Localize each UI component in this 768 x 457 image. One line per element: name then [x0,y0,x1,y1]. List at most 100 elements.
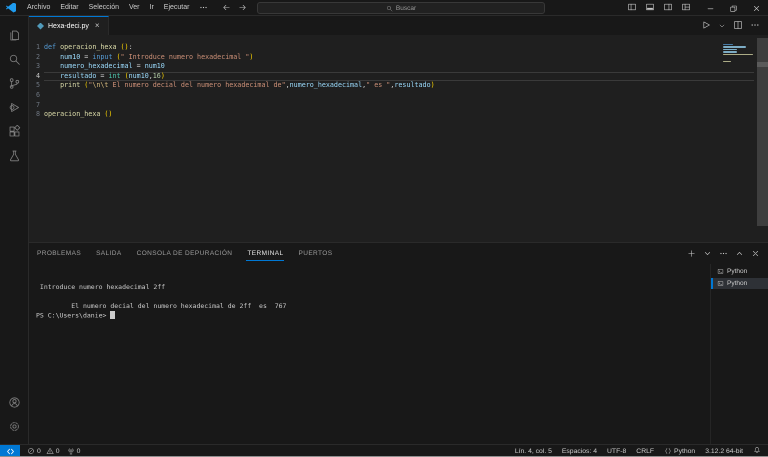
close-panel-button[interactable] [751,245,760,263]
terminal-instance-1[interactable]: Python [711,277,768,289]
menu-item-2[interactable]: Selección [84,0,124,16]
line-number[interactable]: 5 [29,81,44,91]
close-button[interactable] [745,0,768,16]
layout-sidebar-left-button[interactable] [627,2,637,14]
tab-close-icon[interactable]: × [95,22,100,30]
line-number[interactable]: 6 [29,91,44,101]
accounts-icon [8,396,21,409]
status-encoding[interactable]: UTF-8 [607,448,626,455]
code-line-2[interactable]: 2 num10 = input (" Introduce numero hexa… [29,53,768,63]
layout-customize-icon [681,2,691,12]
activity-bar-bottom [0,390,29,444]
terminal-more-button[interactable] [719,245,728,263]
code-line-1[interactable]: 1 def operacion_hexa (): [29,43,768,53]
arrow-right-icon [238,3,247,12]
restore-button[interactable] [722,0,745,16]
launch-profile-button[interactable] [703,245,712,263]
split-editor-button[interactable] [733,17,743,35]
sidebar-item-settings[interactable] [0,414,29,438]
code-line-6[interactable]: 6 [29,91,768,101]
tab-hexa-deci[interactable]: Hexa-deci.py × [29,16,109,35]
code-text: numero_hexadecimal = num10 [60,62,165,71]
panel-header: PROBLEMAS SALIDA CONSOLA DE DEPURACIÓN TERM… [29,243,768,264]
code-text: num10 = input (" Introduce numero hexade… [60,52,254,61]
panel-tab-puertos[interactable]: PUERTOS [297,246,333,261]
editor-scrollbar[interactable] [757,38,768,226]
line-number[interactable]: 1 [29,43,44,53]
sidebar-item-source-control[interactable] [0,71,29,95]
menu-item-3[interactable]: Ver [124,0,145,16]
minimap-line [723,46,747,48]
line-number[interactable]: 7 [29,101,44,111]
search-icon [8,53,21,66]
layout-sidebar-right-button[interactable] [663,2,673,14]
arrow-left-button[interactable] [222,3,231,14]
restore-icon [729,4,738,13]
run-python-file-button[interactable] [701,17,711,35]
sidebar-item-search[interactable] [0,47,29,71]
status-python-interpreter[interactable]: 3.12.2 64-bit [705,448,743,455]
code-line-3[interactable]: 3 numero_hexadecimal = num10 [29,62,768,72]
status-end-of-line-label: CRLF [636,447,655,455]
code-line-8[interactable]: 8 operacion_hexa () [29,110,768,120]
panel-tab-salida[interactable]: SALIDA [95,246,123,261]
menu-item-0[interactable]: Archivo [22,0,55,16]
code-line-7[interactable]: 7 [29,101,768,111]
minimap[interactable] [723,44,755,63]
status-bar-right: Lín. 4, col. 5 Espacios: 4 UTF-8 CRLF Python… [515,446,768,456]
panel-tab-consola-de-depuración[interactable]: CONSOLA DE DEPURACIÓN [136,246,234,261]
problems-status[interactable]: 0 0 [27,447,60,455]
command-center-search[interactable]: Buscar [257,2,545,14]
sidebar-item-accounts[interactable] [0,390,29,414]
maximize-panel-button[interactable] [735,245,744,263]
close-icon [752,4,761,13]
sidebar-item-testing[interactable] [0,143,29,167]
terminal-output[interactable]: Introduce numero hexadecimal 2ff El nume… [29,264,710,444]
arrow-right-button[interactable] [238,3,247,14]
ports-status[interactable]: 0 [67,447,81,455]
new-terminal-button[interactable] [687,245,696,263]
menu-item-5[interactable]: Ejecutar [159,0,195,16]
notifications-button[interactable] [753,446,761,456]
minimap-line [723,51,737,53]
ports-count: 0 [76,447,81,455]
more-actions-icon [750,20,760,30]
line-number[interactable]: 4 [29,72,44,82]
search-icon [386,5,393,12]
menu-item-4[interactable]: Ir [145,0,159,16]
terminal-more-icon [719,249,728,258]
run-dropdown-button[interactable] [718,17,726,35]
status-indentation[interactable]: Espacios: 4 [562,448,597,455]
layout-sidebar-left-icon [627,2,637,12]
menu-item-1[interactable]: Editar [55,0,83,16]
minimap-line [723,60,731,63]
line-number[interactable]: 2 [29,53,44,63]
minimap-line [723,56,755,57]
layout-controls [627,0,691,16]
code-editor[interactable]: 1 def operacion_hexa (): 2 num10 = input (… [29,35,768,242]
layout-panel-button[interactable] [645,2,655,14]
sidebar-item-explorer[interactable] [0,23,29,47]
code-text: resultado = int (num10,16) [44,72,754,82]
menu-bar: Archivo Editar Selección Ver Ir Ejecutar [22,0,213,16]
terminal-line: Introduce numero hexadecimal 2ff [36,282,166,291]
status-language-mode[interactable]: Python [664,447,695,455]
minimize-button[interactable] [699,0,722,16]
line-number[interactable]: 3 [29,62,44,72]
more-actions-button[interactable] [750,17,760,35]
minimap-line [723,48,737,51]
terminal-instance-0[interactable]: Python [711,266,768,278]
line-number[interactable]: 8 [29,110,44,120]
panel-tab-terminal[interactable]: TERMINAL [246,246,284,261]
panel-actions [687,243,760,264]
sidebar-item-extensions[interactable] [0,119,29,143]
code-line-5[interactable]: 5 print ("\n\t El numero decial del nume… [29,81,768,91]
status-cursor-position[interactable]: Lín. 4, col. 5 [515,448,552,455]
status-end-of-line[interactable]: CRLF [636,448,654,455]
sidebar-item-run-and-debug[interactable] [0,95,29,119]
panel-tab-problemas[interactable]: PROBLEMAS [36,246,82,261]
terminal-line: El numero decial del numero hexadecimal … [36,301,287,310]
menu-more-button[interactable] [194,0,213,16]
code-line-4[interactable]: 4 resultado = int (num10,16) [29,72,768,82]
layout-customize-button[interactable] [681,2,691,14]
